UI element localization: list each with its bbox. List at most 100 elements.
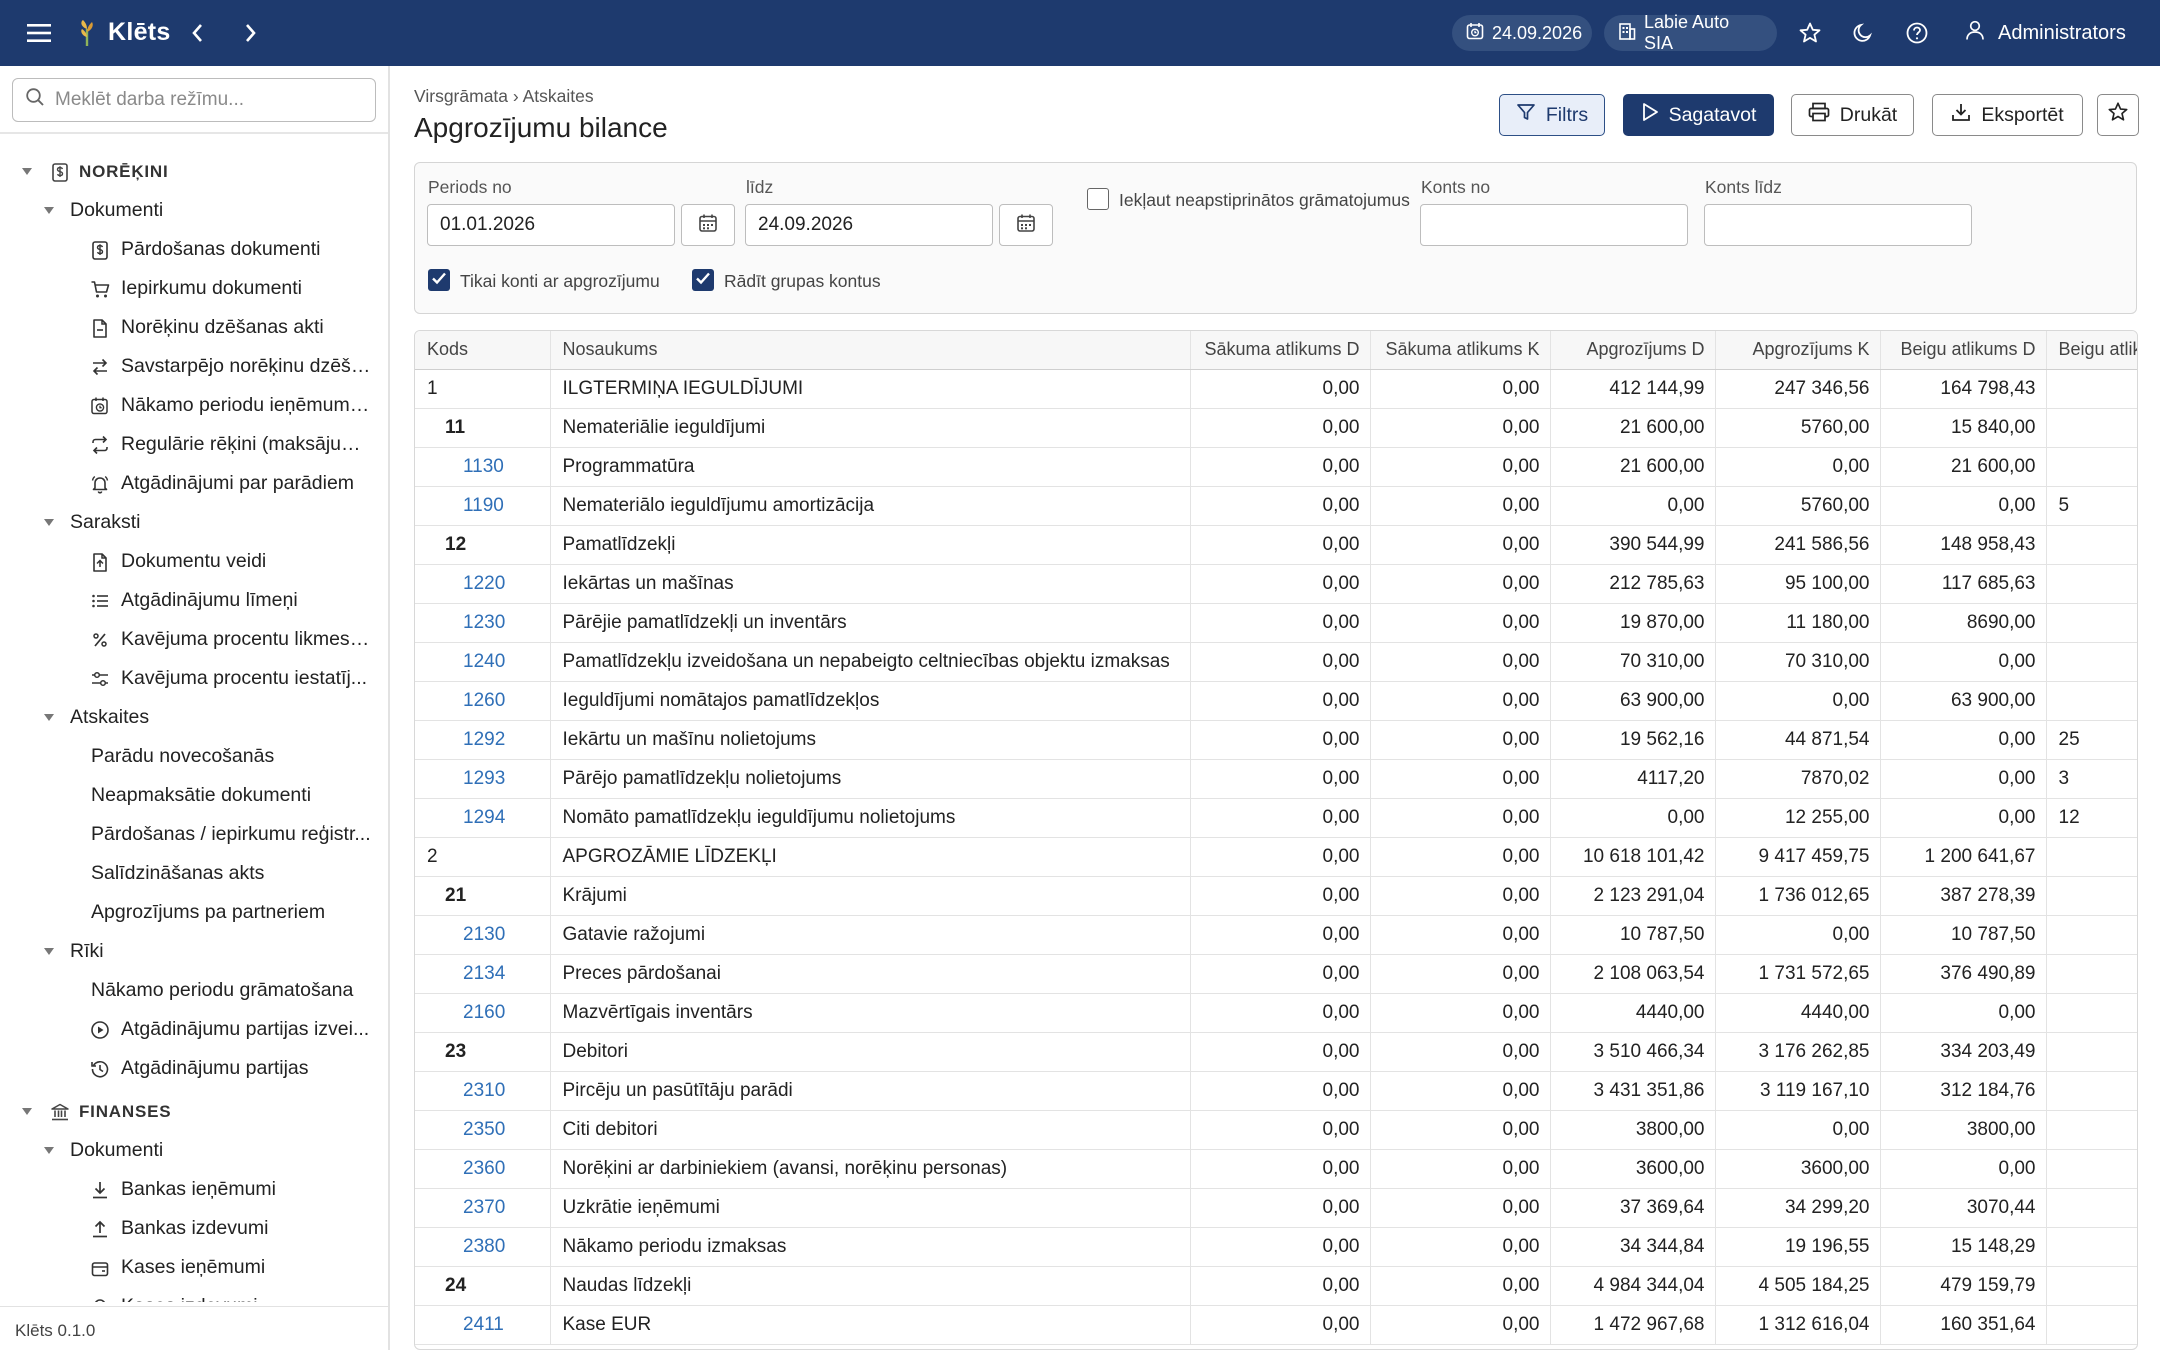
table-row[interactable]: 1292 Iekārtu un mašīnu nolietojums 0,00 0,0…	[415, 720, 2137, 760]
table-row[interactable]: 1240 Pamatlīdzekļu izveidošana un nepabei…	[415, 642, 2137, 682]
caret-down-icon[interactable]	[42, 711, 56, 725]
sidebar-section-0[interactable]: NORĒĶINI	[0, 152, 388, 191]
column-header-closing-debit[interactable]: Beigu atlikums D	[1880, 331, 2047, 370]
cell-code[interactable]: 1293	[415, 759, 551, 799]
table-row[interactable]: 11 Nemateriālie ieguldījumi 0,00 0,00 21 600…	[415, 408, 2137, 448]
sidebar-group-25[interactable]: Dokumenti	[0, 1131, 388, 1170]
period-to-input[interactable]: 24.09.2026	[745, 204, 993, 246]
cell-code[interactable]: 2350	[415, 1110, 551, 1150]
caret-down-icon[interactable]	[42, 516, 56, 530]
chevron-left-icon[interactable]	[186, 20, 208, 46]
table-row[interactable]: 1220 Iekārtas un mašīnas 0,00 0,00 212 785,6…	[415, 564, 2137, 604]
sidebar-item-28[interactable]: Kases ieņēmumi	[0, 1248, 388, 1287]
table-row[interactable]: 1293 Pārējo pamatlīdzekļu nolietojums 0,00…	[415, 759, 2137, 799]
cell-code[interactable]: 1240	[415, 642, 551, 682]
sidebar-item-7[interactable]: Regulārie rēķini (maksājum...	[0, 425, 388, 464]
period-to-calendar-button[interactable]	[999, 204, 1053, 246]
sidebar-item-12[interactable]: Kavējuma procentu likmes (...	[0, 620, 388, 659]
sidebar-item-16[interactable]: Neapmaksātie dokumenti	[0, 776, 388, 815]
table-row[interactable]: 2130 Gatavie ražojumi 0,00 0,00 10 787,50 0,0…	[415, 915, 2137, 955]
table-row[interactable]: 2370 Uzkrātie ieņēmumi 0,00 0,00 37 369,64 34…	[415, 1188, 2137, 1228]
star-icon[interactable]	[1796, 19, 1824, 47]
sidebar-item-5[interactable]: Savstarpējo norēķinu dzēša...	[0, 347, 388, 386]
column-header-code[interactable]: Kods	[415, 331, 551, 370]
cell-code[interactable]: 1260	[415, 681, 551, 721]
chevron-right-icon[interactable]	[240, 20, 262, 46]
generate-button[interactable]: Sagatavot	[1623, 94, 1774, 136]
sidebar-item-29[interactable]: Kases izdevumi	[0, 1287, 388, 1302]
cell-code[interactable]: 1294	[415, 798, 551, 838]
table-row[interactable]: 2134 Preces pārdošanai 0,00 0,00 2 108 063,5…	[415, 954, 2137, 994]
cell-code[interactable]: 1230	[415, 603, 551, 643]
caret-down-icon[interactable]	[42, 1144, 56, 1158]
account-from-input[interactable]	[1420, 204, 1688, 246]
caret-down-icon[interactable]	[20, 1105, 34, 1119]
table-row[interactable]: 2360 Norēķini ar darbiniekiem (avansi, no…	[415, 1149, 2137, 1189]
table-row[interactable]: 1230 Pārējie pamatlīdzekļi un inventārs 0,…	[415, 603, 2137, 643]
table-row[interactable]: 23 Debitori 0,00 0,00 3 510 466,34 3 176 262,…	[415, 1032, 2137, 1072]
cell-code[interactable]: 1130	[415, 447, 551, 487]
cell-code[interactable]: 2370	[415, 1188, 551, 1228]
cell-code[interactable]: 2134	[415, 954, 551, 994]
column-header-opening-credit[interactable]: Sākuma atlikums K	[1370, 331, 1551, 370]
sidebar-item-11[interactable]: Atgādinājumu līmeņi	[0, 581, 388, 620]
filter-button[interactable]: Filtrs	[1499, 94, 1605, 136]
column-header-name[interactable]: Nosaukums	[550, 331, 1191, 370]
sidebar-item-21[interactable]: Nākamo periodu grāmatošana	[0, 971, 388, 1010]
table-row[interactable]: 2160 Mazvērtīgais inventārs 0,00 0,00 4440,0…	[415, 993, 2137, 1033]
sidebar-item-26[interactable]: Bankas ieņēmumi	[0, 1170, 388, 1209]
help-icon[interactable]	[1903, 19, 1931, 47]
column-header-opening-debit[interactable]: Sākuma atlikums D	[1190, 331, 1371, 370]
column-header-turnover-debit[interactable]: Apgrozījums D	[1550, 331, 1716, 370]
work-date-badge[interactable]: 24.09.2026	[1452, 15, 1592, 51]
cell-code[interactable]: 1220	[415, 564, 551, 604]
sidebar-item-15[interactable]: Parādu novecošanās	[0, 737, 388, 776]
cell-code[interactable]: 2360	[415, 1149, 551, 1189]
sidebar-item-27[interactable]: Bankas izdevumi	[0, 1209, 388, 1248]
sidebar-item-18[interactable]: Salīdzināšanas akts	[0, 854, 388, 893]
table-row[interactable]: 24 Naudas līdzekļi 0,00 0,00 4 984 344,04 4 5…	[415, 1266, 2137, 1306]
table-row[interactable]: 21 Krājumi 0,00 0,00 2 123 291,04 1 736 012,6…	[415, 876, 2137, 916]
cell-code[interactable]: 2380	[415, 1227, 551, 1267]
sidebar-item-13[interactable]: Kavējuma procentu iestatīj...	[0, 659, 388, 698]
include-unapproved-checkbox[interactable]	[1087, 188, 1109, 210]
table-row[interactable]: 2 APGROZĀMIE LĪDZEKĻI 0,00 0,00 10 618 101,4…	[415, 837, 2137, 877]
company-badge[interactable]: Labie Auto SIA	[1604, 12, 1777, 53]
sidebar-group-20[interactable]: Rīki	[0, 932, 388, 971]
table-row[interactable]: 1190 Nemateriālo ieguldījumu amortizācija…	[415, 486, 2137, 526]
table-row[interactable]: 1130 Programmatūra 0,00 0,00 21 600,00 0,00 21…	[415, 447, 2137, 487]
period-from-input[interactable]: 01.01.2026	[427, 204, 675, 246]
sidebar-item-22[interactable]: Atgādinājumu partijas izvei...	[0, 1010, 388, 1049]
caret-down-icon[interactable]	[42, 945, 56, 959]
table-row[interactable]: 2411 Kase EUR 0,00 0,00 1 472 967,68 1 312 61…	[415, 1305, 2137, 1345]
sidebar-item-4[interactable]: Norēķinu dzēšanas akti	[0, 308, 388, 347]
app-title[interactable]: Klēts	[108, 18, 171, 47]
caret-down-icon[interactable]	[20, 165, 34, 179]
sidebar-item-23[interactable]: Atgādinājumu partijas	[0, 1049, 388, 1088]
cell-code[interactable]: 2160	[415, 993, 551, 1033]
favorite-button[interactable]	[2097, 94, 2139, 136]
only-with-turnover-checkbox[interactable]	[428, 269, 450, 291]
sidebar-item-8[interactable]: Atgādinājumi par parādiem	[0, 464, 388, 503]
sidebar-item-19[interactable]: Apgrozījums pa partneriem	[0, 893, 388, 932]
moon-icon[interactable]	[1849, 19, 1877, 47]
sidebar-search[interactable]	[12, 78, 376, 122]
menu-icon[interactable]	[24, 20, 54, 46]
cell-code[interactable]: 2130	[415, 915, 551, 955]
period-from-calendar-button[interactable]	[681, 204, 735, 246]
turnover-table-container[interactable]: Kods Nosaukums Sākuma atlikums D Sākuma …	[414, 330, 2138, 1350]
sidebar-item-6[interactable]: Nākamo periodu ieņēmumi ...	[0, 386, 388, 425]
sidebar-item-2[interactable]: Pārdošanas dokumenti	[0, 230, 388, 269]
sidebar-group-1[interactable]: Dokumenti	[0, 191, 388, 230]
table-row[interactable]: 1 ILGTERMIŅA IEGULDĪJUMI 0,00 0,00 412 144,9…	[415, 369, 2137, 409]
print-button[interactable]: Drukāt	[1791, 94, 1914, 136]
cell-code[interactable]: 2411	[415, 1305, 551, 1345]
export-button[interactable]: Eksportēt	[1932, 94, 2083, 136]
show-group-accounts-checkbox[interactable]	[692, 269, 714, 291]
table-row[interactable]: 2380 Nākamo periodu izmaksas 0,00 0,00 34 34…	[415, 1227, 2137, 1267]
sidebar-item-10[interactable]: Dokumentu veidi	[0, 542, 388, 581]
table-row[interactable]: 2350 Citi debitori 0,00 0,00 3800,00 0,00 3800…	[415, 1110, 2137, 1150]
table-row[interactable]: 12 Pamatlīdzekļi 0,00 0,00 390 544,99 241 586…	[415, 525, 2137, 565]
cell-code[interactable]: 2310	[415, 1071, 551, 1111]
sidebar-group-14[interactable]: Atskaites	[0, 698, 388, 737]
